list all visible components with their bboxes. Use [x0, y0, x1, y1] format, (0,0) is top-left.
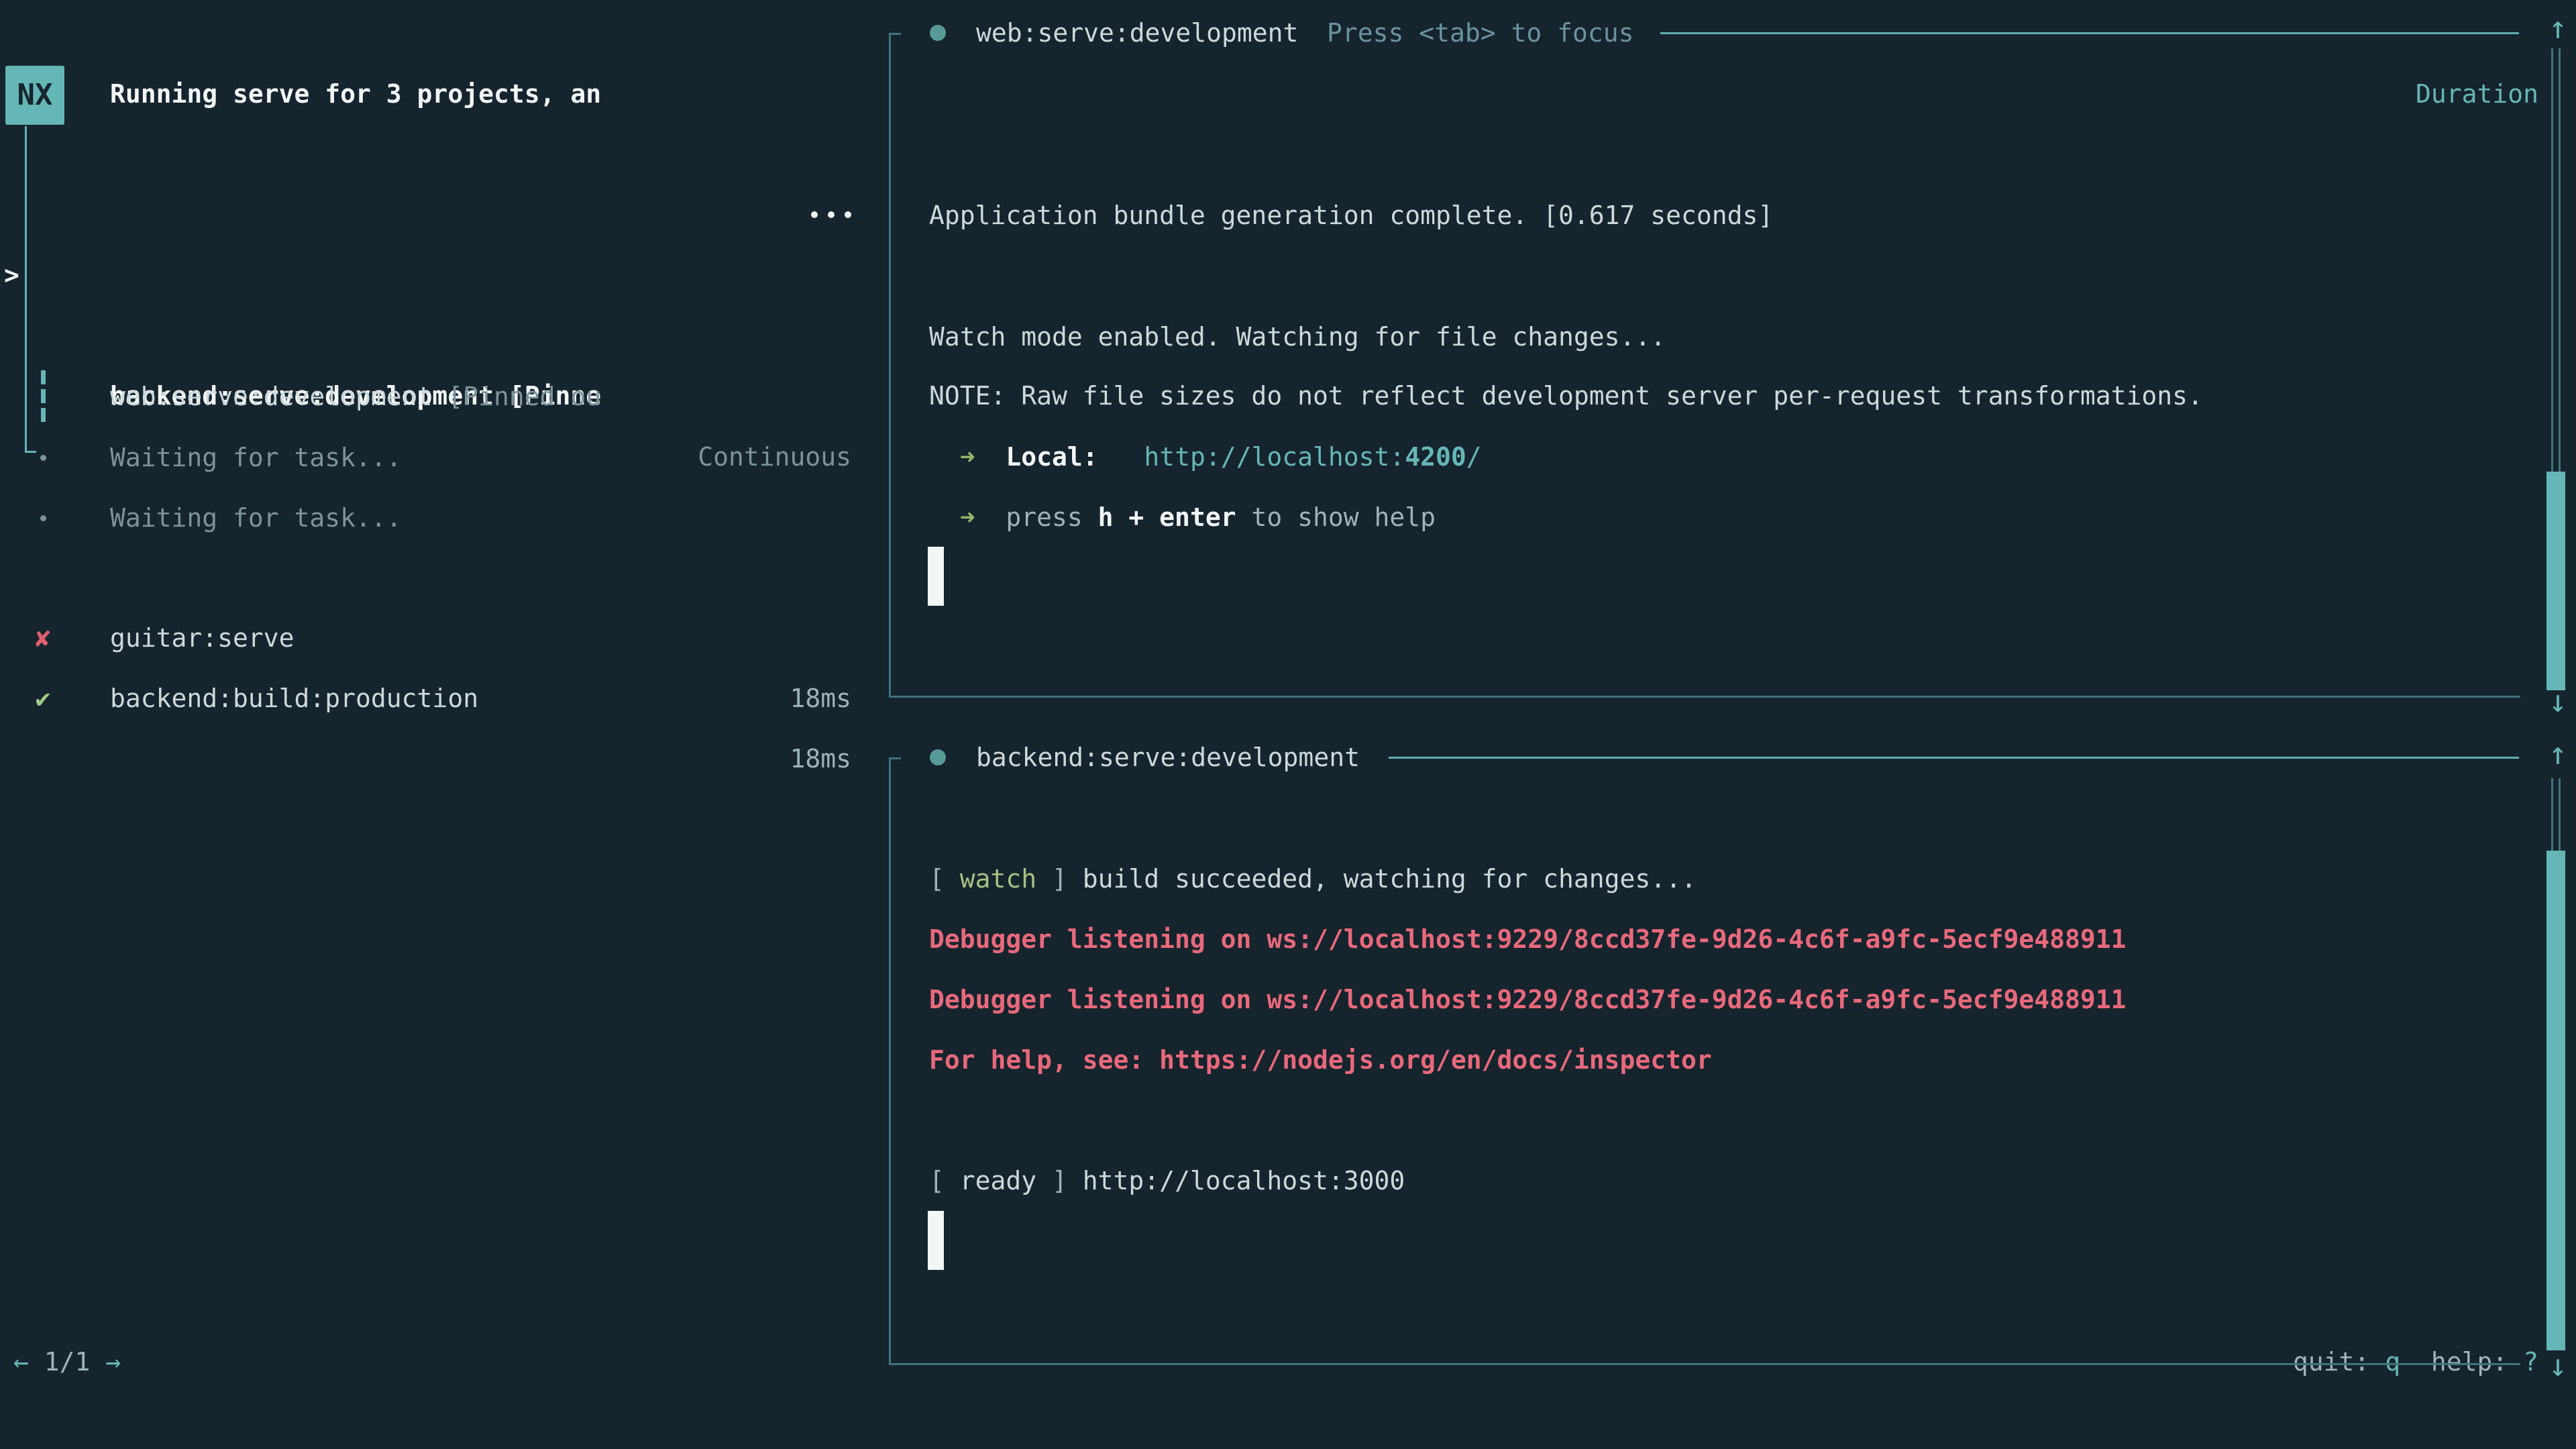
log-line-debugger-1: Debugger listening on ws://localhost:922… [929, 909, 2126, 969]
success-check-icon: ✔ [28, 668, 58, 729]
pane-border-bottom [889, 1363, 2520, 1365]
log-line-watch-succeeded: [ watch ] build succeeded, watching for … [929, 849, 1697, 909]
scroll-up-icon[interactable]: ↑ [2537, 731, 2576, 775]
pane-title: web:serve:development [976, 3, 1298, 63]
task-row-waiting-2: Waiting for task... [0, 367, 889, 427]
sidebar-title: Running serve for 3 projects, an [110, 64, 601, 124]
help-label: help: [2400, 1347, 2523, 1377]
quit-label: quit: [2293, 1347, 2385, 1377]
log-line-ready: [ ready ] http://localhost:3000 [929, 1150, 1405, 1211]
page-indicator: 1/1 [44, 1347, 91, 1377]
log-line-note: NOTE: Raw file sizes do not reflect deve… [929, 366, 2203, 426]
arrow-icon: ➜ [929, 442, 1006, 472]
log-line-debugger-2: Debugger listening on ws://localhost:922… [929, 969, 2126, 1030]
scroll-up-icon[interactable]: ↑ [2537, 5, 2576, 50]
log-line-local-url: ➜ Local: http://localhost:4200/ [929, 427, 1482, 487]
help-key: ? [2523, 1347, 2538, 1377]
task-name: guitar:serve [110, 608, 294, 668]
terminal-cursor [928, 1211, 944, 1270]
localhost-3000-link[interactable]: http://localhost:3000 [1083, 1166, 1405, 1195]
local-label: Local: [1006, 442, 1097, 472]
scrollbar-track[interactable] [2551, 778, 2561, 851]
pane-status-dot-icon [930, 25, 946, 41]
task-duration: Continuous [698, 427, 851, 487]
log-line-inspector-help: For help, see: https://nodejs.org/en/doc… [929, 1030, 1712, 1090]
pane-title: backend:serve:development [976, 727, 1360, 788]
arrow-icon: ➜ [929, 502, 1006, 532]
task-duration: 18ms [790, 668, 851, 729]
pane-status-dot-icon [930, 749, 946, 765]
pagination: ← 1/1 → [13, 1332, 121, 1392]
scroll-down-icon[interactable]: ↓ [2537, 1343, 2576, 1387]
log-line-watch-mode: Watch mode enabled. Watching for file ch… [929, 307, 1666, 367]
terminal-cursor [928, 547, 944, 606]
quit-key: q [2385, 1347, 2400, 1377]
task-row-backend-build[interactable]: ✔ backend:build:production 18ms [0, 547, 889, 608]
task-row-backend-serve[interactable]: > backend:serve:development [Pinne [0, 184, 889, 245]
pane-border-bottom [889, 696, 2520, 698]
duration-column-header: Duration [2416, 64, 2538, 124]
focus-hint: Press <tab> to focus [1327, 3, 1634, 63]
task-row-waiting-1: Waiting for task... [0, 307, 889, 367]
next-page-arrow-icon[interactable]: → [105, 1347, 121, 1377]
scroll-down-icon[interactable]: ↓ [2537, 679, 2576, 723]
log-line-bundle-complete: Application bundle generation complete. … [929, 185, 1773, 246]
keybind-hints: quit: q help: ? [2293, 1332, 2538, 1392]
watch-tag: watch [960, 864, 1036, 894]
nx-logo: NX [5, 66, 64, 125]
localhost-4200-link[interactable]: http://localhost:4200/ [1144, 442, 1481, 472]
task-row-guitar-serve[interactable]: ✘ guitar:serve 18ms [0, 487, 889, 547]
pane-border-left [889, 33, 891, 698]
help-keybind: h + enter [1098, 502, 1236, 532]
scrollbar-thumb[interactable] [2546, 472, 2565, 690]
scrollbar-track[interactable] [2551, 48, 2561, 472]
task-row-web-serve[interactable]: web:serve:development [Pinned ou Continu… [0, 246, 889, 306]
nx-tui-screen: NX Running serve for 3 projects, an Dura… [0, 0, 2576, 1449]
running-dots-icon [811, 184, 851, 245]
page-indicator [29, 1347, 44, 1377]
pane-header-rule [1660, 32, 2519, 34]
log-line-help-hint: ➜ press h + enter to show help [929, 487, 1436, 547]
task-name: Waiting for task... [110, 427, 402, 488]
ready-tag: ready [960, 1166, 1036, 1195]
pane-border-left [889, 757, 891, 1365]
task-name: backend:build:production [110, 668, 478, 729]
prev-page-arrow-icon[interactable]: ← [13, 1347, 29, 1377]
task-duration: 18ms [790, 729, 851, 789]
pane-header-rule [1389, 757, 2519, 759]
scrollbar-thumb[interactable] [2546, 851, 2565, 1350]
